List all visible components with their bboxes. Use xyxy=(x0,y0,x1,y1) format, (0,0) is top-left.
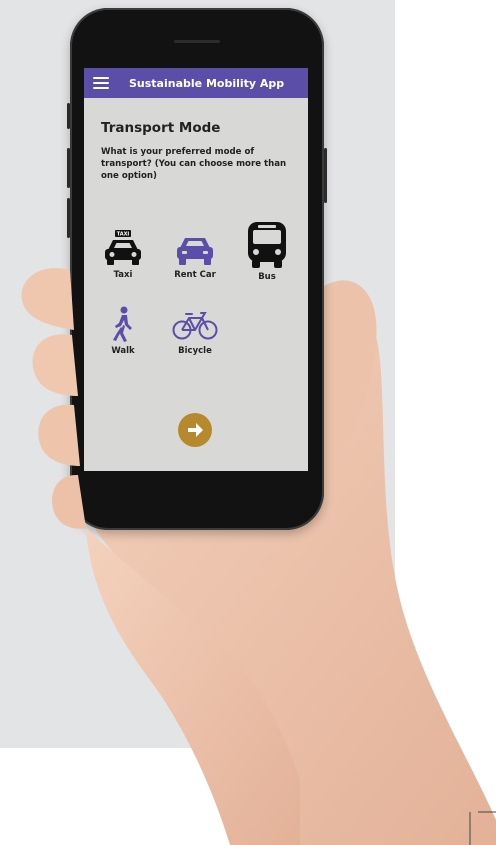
mode-option-taxi[interactable]: TAXI Taxi xyxy=(93,230,153,280)
phone-side-button xyxy=(67,103,70,129)
car-icon xyxy=(177,238,213,265)
phone-side-button xyxy=(67,148,70,188)
bus-icon xyxy=(248,222,286,268)
next-button[interactable] xyxy=(178,413,212,447)
phone-frame: Sustainable Mobility App Transport Mode … xyxy=(67,8,327,530)
mode-label: Bicycle xyxy=(178,346,212,356)
phone-power-button xyxy=(324,148,327,203)
app-title: Sustainable Mobility App xyxy=(129,76,285,90)
taxi-sign-text: TAXI xyxy=(117,232,130,238)
page-title: Transport Mode xyxy=(101,120,221,136)
mode-label: Rent Car xyxy=(174,270,216,280)
page-content: Transport Mode What is your preferred mo… xyxy=(84,98,308,182)
mode-label: Bus xyxy=(258,272,276,282)
question-text: What is your preferred mode of transport… xyxy=(101,147,287,181)
hamburger-menu-icon[interactable] xyxy=(93,77,109,89)
taxi-icon: TAXI xyxy=(105,230,141,265)
phone-speaker xyxy=(174,40,220,43)
mode-label: Taxi xyxy=(113,270,133,280)
mode-option-walk[interactable]: Walk xyxy=(93,306,153,356)
bicycle-icon xyxy=(172,312,218,340)
app-screen: Sustainable Mobility App Transport Mode … xyxy=(84,68,308,471)
arrow-right-icon xyxy=(188,423,203,437)
mode-option-rent-car[interactable]: Rent Car xyxy=(165,230,225,280)
mode-label: Walk xyxy=(111,346,135,356)
app-bar: Sustainable Mobility App xyxy=(84,68,308,98)
mode-option-bicycle[interactable]: Bicycle xyxy=(165,306,225,356)
mode-option-bus[interactable]: Bus xyxy=(237,222,297,282)
phone-side-button xyxy=(67,198,70,238)
walk-icon xyxy=(113,306,132,342)
